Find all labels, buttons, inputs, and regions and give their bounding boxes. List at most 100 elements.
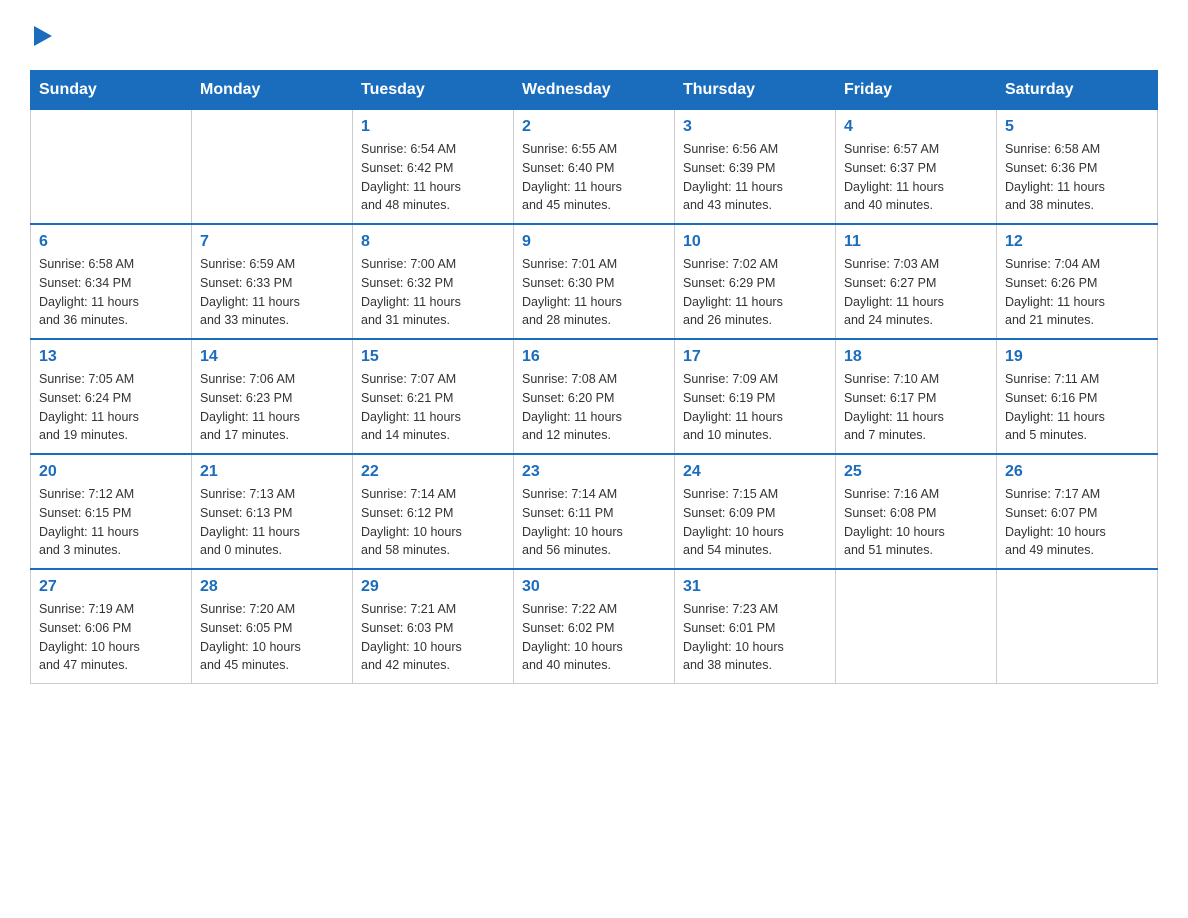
calendar-day-cell: 12 Sunrise: 7:04 AM Sunset: 6:26 PM Dayli… — [997, 224, 1158, 339]
day-number: 18 — [844, 348, 988, 366]
calendar-day-cell: 15Sunrise: 7:07 AM Sunset: 6:21 PM Dayli… — [353, 339, 514, 454]
logo — [30, 20, 60, 50]
calendar-day-cell: 9 Sunrise: 7:01 AM Sunset: 6:30 PM Daylig… — [514, 224, 675, 339]
day-info: Sunrise: 6:55 AM Sunset: 6:40 PM Dayligh… — [522, 140, 666, 215]
day-info: Sunrise: 7:16 AM Sunset: 6:08 PM Dayligh… — [844, 485, 988, 560]
day-info: Sunrise: 7:02 AM Sunset: 6:29 PM Dayligh… — [683, 255, 827, 330]
logo-arrow-icon — [34, 20, 52, 50]
day-info: Sunrise: 6:58 AM Sunset: 6:36 PM Dayligh… — [1005, 140, 1149, 215]
calendar-day-cell: 4Sunrise: 6:57 AM Sunset: 6:37 PM Daylig… — [836, 110, 997, 225]
calendar-day-cell: 7 Sunrise: 6:59 AM Sunset: 6:33 PM Daylig… — [192, 224, 353, 339]
calendar-day-cell: 22 Sunrise: 7:14 AM Sunset: 6:12 PM Dayli… — [353, 454, 514, 569]
calendar-day-cell: 6 Sunrise: 6:58 AM Sunset: 6:34 PM Daylig… — [31, 224, 192, 339]
day-number: 23 — [522, 463, 666, 481]
day-number: 29 — [361, 578, 505, 596]
day-info: Sunrise: 7:11 AM Sunset: 6:16 PM Dayligh… — [1005, 370, 1149, 445]
calendar-day-cell: 10Sunrise: 7:02 AM Sunset: 6:29 PM Dayli… — [675, 224, 836, 339]
weekday-header-cell: Tuesday — [353, 71, 514, 110]
calendar-day-cell: 31 Sunrise: 7:23 AM Sunset: 6:01 PM Dayli… — [675, 569, 836, 684]
day-info: Sunrise: 6:56 AM Sunset: 6:39 PM Dayligh… — [683, 140, 827, 215]
day-info: Sunrise: 7:06 AM Sunset: 6:23 PM Dayligh… — [200, 370, 344, 445]
calendar-day-cell: 21 Sunrise: 7:13 AM Sunset: 6:13 PM Dayli… — [192, 454, 353, 569]
calendar-day-cell — [31, 110, 192, 225]
calendar-day-cell — [192, 110, 353, 225]
day-number: 3 — [683, 118, 827, 136]
calendar-week-row: 13 Sunrise: 7:05 AM Sunset: 6:24 PM Dayli… — [31, 339, 1158, 454]
day-number: 16 — [522, 348, 666, 366]
weekday-header-cell: Sunday — [31, 71, 192, 110]
day-number: 25 — [844, 463, 988, 481]
weekday-header-cell: Monday — [192, 71, 353, 110]
day-number: 4 — [844, 118, 988, 136]
day-info: Sunrise: 7:14 AM Sunset: 6:11 PM Dayligh… — [522, 485, 666, 560]
day-number: 28 — [200, 578, 344, 596]
day-info: Sunrise: 7:10 AM Sunset: 6:17 PM Dayligh… — [844, 370, 988, 445]
calendar-day-cell — [836, 569, 997, 684]
day-number: 2 — [522, 118, 666, 136]
day-number: 19 — [1005, 348, 1149, 366]
day-info: Sunrise: 7:22 AM Sunset: 6:02 PM Dayligh… — [522, 600, 666, 675]
calendar-day-cell — [997, 569, 1158, 684]
calendar-day-cell: 14Sunrise: 7:06 AM Sunset: 6:23 PM Dayli… — [192, 339, 353, 454]
calendar-day-cell: 27 Sunrise: 7:19 AM Sunset: 6:06 PM Dayli… — [31, 569, 192, 684]
day-number: 6 — [39, 233, 183, 251]
day-number: 27 — [39, 578, 183, 596]
calendar-day-cell: 17 Sunrise: 7:09 AM Sunset: 6:19 PM Dayli… — [675, 339, 836, 454]
day-info: Sunrise: 7:00 AM Sunset: 6:32 PM Dayligh… — [361, 255, 505, 330]
day-number: 1 — [361, 118, 505, 136]
calendar-week-row: 20 Sunrise: 7:12 AM Sunset: 6:15 PM Dayli… — [31, 454, 1158, 569]
weekday-header-cell: Thursday — [675, 71, 836, 110]
day-info: Sunrise: 7:20 AM Sunset: 6:05 PM Dayligh… — [200, 600, 344, 675]
day-info: Sunrise: 7:13 AM Sunset: 6:13 PM Dayligh… — [200, 485, 344, 560]
day-info: Sunrise: 7:14 AM Sunset: 6:12 PM Dayligh… — [361, 485, 505, 560]
day-info: Sunrise: 7:19 AM Sunset: 6:06 PM Dayligh… — [39, 600, 183, 675]
day-number: 9 — [522, 233, 666, 251]
calendar-day-cell: 19 Sunrise: 7:11 AM Sunset: 6:16 PM Dayli… — [997, 339, 1158, 454]
day-number: 13 — [39, 348, 183, 366]
calendar-day-cell: 29 Sunrise: 7:21 AM Sunset: 6:03 PM Dayli… — [353, 569, 514, 684]
day-info: Sunrise: 7:12 AM Sunset: 6:15 PM Dayligh… — [39, 485, 183, 560]
day-info: Sunrise: 7:09 AM Sunset: 6:19 PM Dayligh… — [683, 370, 827, 445]
day-info: Sunrise: 6:54 AM Sunset: 6:42 PM Dayligh… — [361, 140, 505, 215]
page-header — [30, 20, 1158, 50]
day-number: 21 — [200, 463, 344, 481]
day-number: 22 — [361, 463, 505, 481]
calendar-day-cell: 18 Sunrise: 7:10 AM Sunset: 6:17 PM Dayli… — [836, 339, 997, 454]
day-info: Sunrise: 7:04 AM Sunset: 6:26 PM Dayligh… — [1005, 255, 1149, 330]
calendar-day-cell: 23 Sunrise: 7:14 AM Sunset: 6:11 PM Dayli… — [514, 454, 675, 569]
calendar-day-cell: 8Sunrise: 7:00 AM Sunset: 6:32 PM Daylig… — [353, 224, 514, 339]
day-number: 30 — [522, 578, 666, 596]
day-number: 7 — [200, 233, 344, 251]
day-info: Sunrise: 6:58 AM Sunset: 6:34 PM Dayligh… — [39, 255, 183, 330]
calendar-day-cell: 5Sunrise: 6:58 AM Sunset: 6:36 PM Daylig… — [997, 110, 1158, 225]
calendar-day-cell: 1 Sunrise: 6:54 AM Sunset: 6:42 PM Daylig… — [353, 110, 514, 225]
day-number: 31 — [683, 578, 827, 596]
calendar-day-cell: 26 Sunrise: 7:17 AM Sunset: 6:07 PM Dayli… — [997, 454, 1158, 569]
weekday-header-cell: Saturday — [997, 71, 1158, 110]
day-info: Sunrise: 7:23 AM Sunset: 6:01 PM Dayligh… — [683, 600, 827, 675]
day-number: 11 — [844, 233, 988, 251]
calendar-body: 1 Sunrise: 6:54 AM Sunset: 6:42 PM Daylig… — [31, 110, 1158, 684]
day-number: 12 — [1005, 233, 1149, 251]
day-info: Sunrise: 7:03 AM Sunset: 6:27 PM Dayligh… — [844, 255, 988, 330]
weekday-header-row: SundayMondayTuesdayWednesdayThursdayFrid… — [31, 71, 1158, 110]
day-number: 17 — [683, 348, 827, 366]
day-info: Sunrise: 6:59 AM Sunset: 6:33 PM Dayligh… — [200, 255, 344, 330]
calendar-day-cell: 25 Sunrise: 7:16 AM Sunset: 6:08 PM Dayli… — [836, 454, 997, 569]
day-number: 20 — [39, 463, 183, 481]
calendar-day-cell: 16 Sunrise: 7:08 AM Sunset: 6:20 PM Dayli… — [514, 339, 675, 454]
calendar-week-row: 6 Sunrise: 6:58 AM Sunset: 6:34 PM Daylig… — [31, 224, 1158, 339]
day-info: Sunrise: 7:01 AM Sunset: 6:30 PM Dayligh… — [522, 255, 666, 330]
calendar-day-cell: 30 Sunrise: 7:22 AM Sunset: 6:02 PM Dayli… — [514, 569, 675, 684]
weekday-header-cell: Wednesday — [514, 71, 675, 110]
day-info: Sunrise: 7:21 AM Sunset: 6:03 PM Dayligh… — [361, 600, 505, 675]
day-number: 24 — [683, 463, 827, 481]
day-info: Sunrise: 7:08 AM Sunset: 6:20 PM Dayligh… — [522, 370, 666, 445]
day-info: Sunrise: 7:17 AM Sunset: 6:07 PM Dayligh… — [1005, 485, 1149, 560]
day-number: 26 — [1005, 463, 1149, 481]
calendar-table: SundayMondayTuesdayWednesdayThursdayFrid… — [30, 70, 1158, 684]
day-info: Sunrise: 7:05 AM Sunset: 6:24 PM Dayligh… — [39, 370, 183, 445]
weekday-header-cell: Friday — [836, 71, 997, 110]
calendar-day-cell: 3 Sunrise: 6:56 AM Sunset: 6:39 PM Daylig… — [675, 110, 836, 225]
day-info: Sunrise: 7:15 AM Sunset: 6:09 PM Dayligh… — [683, 485, 827, 560]
